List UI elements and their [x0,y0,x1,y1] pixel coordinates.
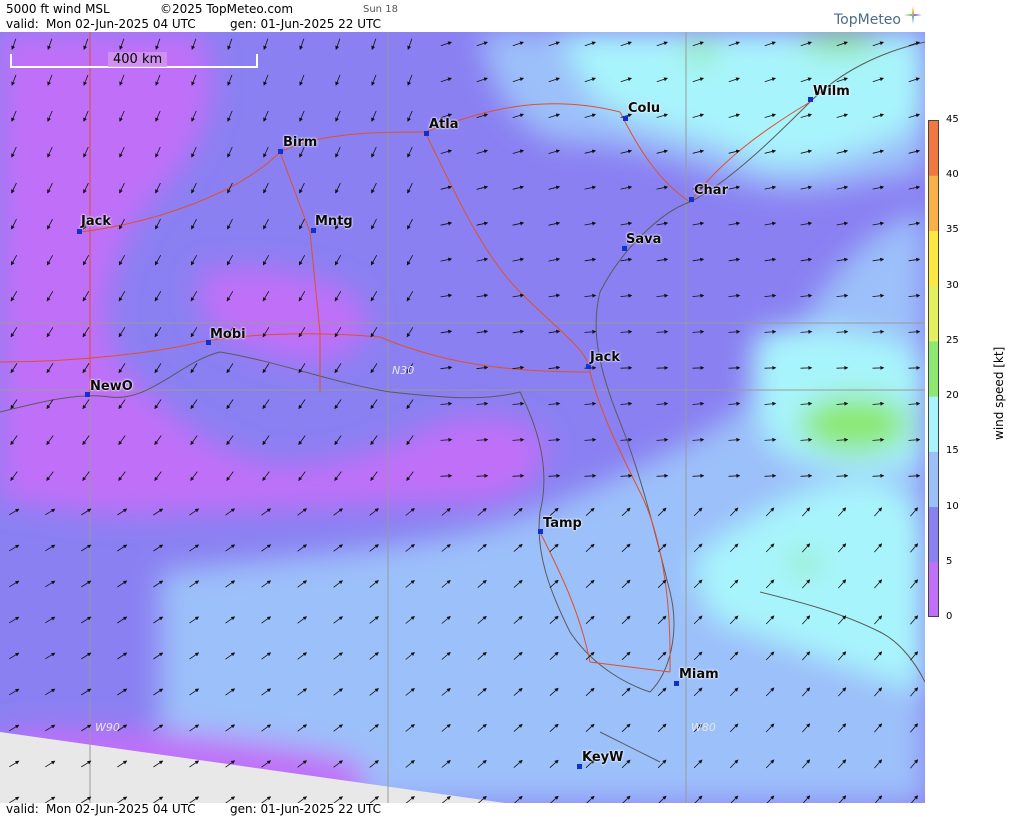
topmeteo-logo: TopMeteo [834,6,922,28]
colorbar-tick-label: 30 [946,279,959,291]
valid-time: Mon 02-Jun-2025 04 UTC [46,17,196,31]
colorbar-band [928,120,939,176]
colorbar-title: wind speed [kt] [992,346,1006,440]
wind-field-green-2 [789,556,821,570]
colorbar-band [928,396,939,452]
colorbar-tick-label: 20 [946,390,959,402]
city-label: Sava [626,232,662,247]
copyright: ©2025 TopMeteo.com [160,2,294,16]
lat-label-n30: N30 [392,364,415,377]
colorbar-band [928,506,939,563]
gen-time: gen: 01-Jun-2025 22 UTC [230,17,382,31]
colorbar-tick-label: 40 [946,169,959,181]
colorbar-band [928,340,939,397]
city-label: Colu [628,101,661,116]
wind-field-green-1 [800,396,910,452]
sun-info: Sun 18 [363,4,398,15]
wind-field-green-3 [800,32,880,52]
colorbar-tick-label: 35 [946,224,959,236]
compass-icon [904,6,922,24]
colorbar-band [928,561,939,617]
footer-valid-label: valid: [6,802,39,816]
city-label: Mntg [315,214,353,229]
colorbar-band [928,230,939,287]
footer-valid-time: Mon 02-Jun-2025 04 UTC [46,802,196,816]
scale-label: 400 km [108,52,168,67]
city-label: Tamp [543,516,582,531]
city-label: Char [694,183,728,198]
product-title: 5000 ft wind MSL [6,2,110,16]
colorbar-tick-label: 5 [946,555,953,567]
city-label: KeyW [582,750,624,765]
city-label: Birm [283,135,318,150]
colorbar-tick-label: 10 [946,500,959,512]
colorbar-tick-label: 25 [946,334,959,346]
colorbar-tick-label: 15 [946,445,959,457]
wind-map [0,32,925,803]
colorbar-tick-label: 0 [946,611,953,622]
logo-text: TopMeteo [834,12,901,28]
colorbar-band [928,175,939,231]
city-label: Jack [81,214,111,229]
city-label: Atla [429,117,459,132]
wind-field-green-4 [686,42,714,62]
wind-speed-colorbar [928,120,939,617]
lon-label-w90: W90 [95,721,120,734]
city-label: Jack [590,350,620,365]
valid-label: valid: [6,17,39,31]
colorbar-tick-label: 45 [946,114,959,125]
city-label: Miam [679,667,719,682]
lon-label-w80: W80 [691,721,716,734]
colorbar-band [928,451,939,508]
city-label: Mobi [210,327,246,342]
footer-gen-time: gen: 01-Jun-2025 22 UTC [230,802,382,816]
city-label: NewO [90,379,133,394]
colorbar-band [928,285,939,342]
city-label: Wilm [813,84,850,99]
